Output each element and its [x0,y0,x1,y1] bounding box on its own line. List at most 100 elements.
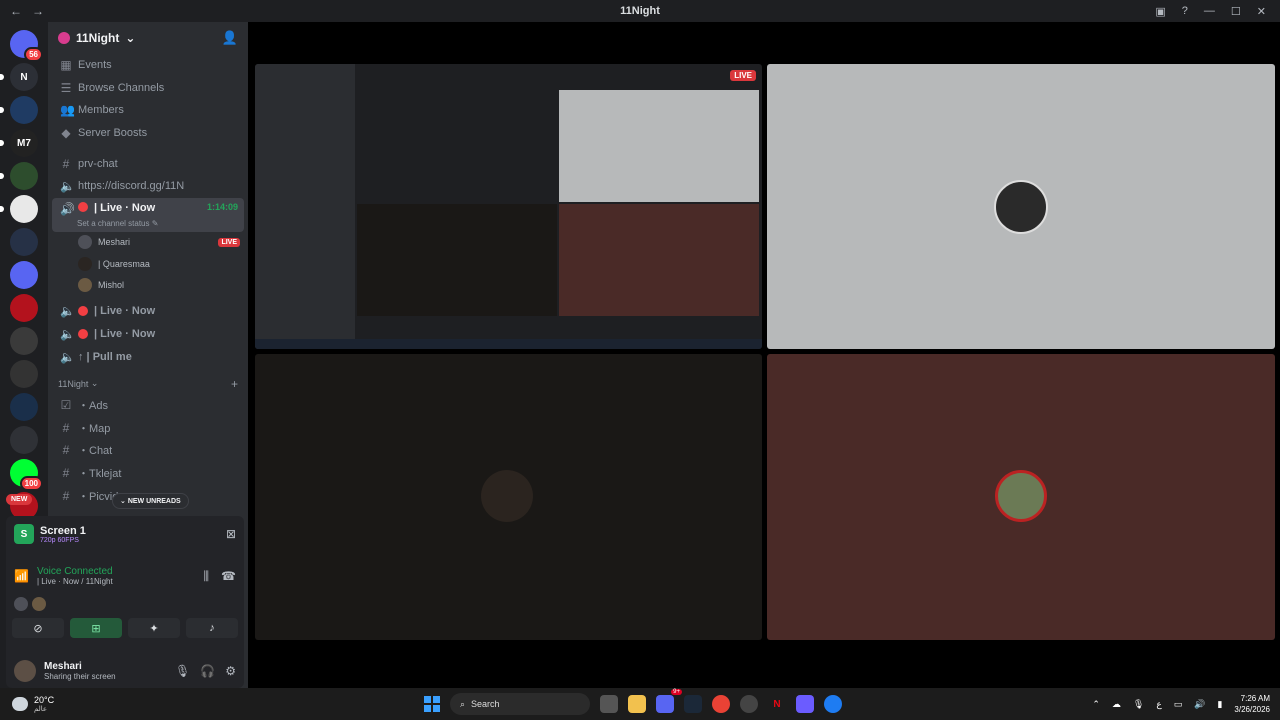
category-header[interactable]: 11Night ⌄ + [48,374,248,394]
voice-user[interactable]: | Quaresmaa [48,253,248,275]
battery-icon[interactable]: ▮ [1217,699,1222,710]
participant-tile[interactable] [767,64,1275,349]
server-icon[interactable] [10,360,38,388]
chrome-icon[interactable] [712,695,730,713]
microphone-icon[interactable]: 🎙 [175,664,190,678]
weather-widget[interactable]: 20°C عالم [0,695,54,713]
add-member-icon[interactable]: 👤 [222,30,238,46]
participant-tile[interactable] [767,354,1275,640]
speaker-icon: 🔈 [60,179,75,194]
voice-channel[interactable]: 🔈 | Live · Now [48,323,248,346]
voice-user[interactable]: Meshari LIVE [48,232,248,254]
signal-icon[interactable]: 📶 [14,569,29,583]
steam-icon[interactable] [684,695,702,713]
headphones-icon[interactable]: 🎧 [200,664,215,678]
back-arrow-icon[interactable]: ← [10,4,22,18]
soundboard-button[interactable]: ♪ [186,618,238,638]
server-icon[interactable] [10,426,38,454]
mic-tray-icon[interactable]: 🎙 [1133,699,1144,710]
server-label: N [20,71,28,83]
server-icon[interactable]: 100 [10,459,43,491]
camera-off-button[interactable]: ⊘ [12,618,64,638]
server-icon[interactable] [10,327,38,355]
netflix-icon[interactable]: N [768,695,786,713]
participant-tile[interactable] [255,354,762,640]
nav-members[interactable]: 👥 Members [48,99,248,122]
maximize-button[interactable]: ☐ [1231,5,1241,18]
speaker-icon: 🔊 [60,201,75,216]
live-dot-icon [78,201,88,212]
avatar [78,235,92,250]
gear-icon[interactable]: ⚙ [225,664,236,678]
server-icon[interactable] [10,261,38,289]
server-icon[interactable] [0,195,38,223]
channel-prv-chat[interactable]: # prv-chat [48,152,248,175]
disconnect-icon[interactable]: ☎ [221,569,236,584]
clock[interactable]: 7:26 AM 3/26/2026 [1234,693,1270,715]
file-explorer-icon[interactable] [628,695,646,713]
voice-channel[interactable]: 🔈 ↑ | Pull me [48,345,248,368]
screen-share-tile[interactable]: LIVE [255,64,762,349]
volume-icon[interactable]: 🔊 [1194,699,1205,710]
voice-channel-live-active[interactable]: 🔊 | Live · Now 1:14:09 Set a channel sta… [52,197,244,232]
stop-stream-icon[interactable]: ⊠ [226,527,236,541]
speaker-icon: 🔈 [60,304,75,319]
app-icon[interactable] [796,695,814,713]
nav-browse-channels[interactable]: ☰ Browse Channels [48,77,248,100]
voice-status[interactable]: Voice Connected [37,566,113,577]
chevron-up-icon[interactable]: ⌃ [1092,699,1100,710]
channel-invite-link[interactable]: 🔈 https://discord.gg/11N [48,175,248,198]
avatar[interactable] [14,597,28,611]
new-servers-pill[interactable]: NEW [6,494,33,505]
help-icon[interactable]: ? [1182,5,1188,18]
voice-channel-name[interactable]: | Live · Now / 11Night [37,577,113,586]
network-icon[interactable]: ▭ [1174,699,1183,710]
noise-suppression-icon[interactable]: ⫼ [204,569,210,584]
share-screen-button[interactable]: ⊞ [70,618,122,638]
guild-header[interactable]: 11Night ⌄ 👤 [48,22,248,54]
avatar[interactable] [32,597,46,611]
hash-icon: # [62,420,70,435]
server-icon[interactable] [0,162,38,190]
server-icon[interactable]: M7 [0,129,38,157]
server-icon[interactable]: N [0,63,38,91]
call-stage: LIVE [250,22,1280,688]
inbox-icon[interactable]: ▣ [1155,5,1165,18]
new-unreads-button[interactable]: ⌄ NEW UNREADS [112,493,189,509]
avatar[interactable] [14,660,36,682]
onedrive-icon[interactable]: ☁ [1112,699,1121,710]
channel-status[interactable]: Set a channel status ✎ [77,219,158,228]
app-icon[interactable] [740,695,758,713]
forward-arrow-icon[interactable]: → [32,4,44,18]
nav-events[interactable]: ▦ Events [48,54,248,77]
task-view-icon[interactable] [600,695,618,713]
channel-map[interactable]: # ・Map [48,416,248,439]
server-icon[interactable] [10,393,38,421]
activities-button[interactable]: ✦ [128,618,180,638]
app-icon[interactable] [824,695,842,713]
server-icon[interactable] [10,228,38,256]
search-box[interactable]: ⌕ Search [450,693,590,715]
language-indicator[interactable]: ع [1156,699,1161,710]
channel-tklejat[interactable]: # ・Tklejat [48,462,248,485]
user-status: Sharing their screen [44,672,116,681]
start-button[interactable] [424,696,440,712]
avatar [995,470,1047,522]
voice-user[interactable]: Mishol [48,275,248,297]
speaker-icon: 🔈 [60,326,75,341]
chevron-down-icon: ⌄ [125,31,136,45]
list-icon: ☰ [60,80,72,95]
discord-taskbar-icon[interactable]: 9+ [656,689,682,713]
server-icon[interactable] [0,96,38,124]
server-icon[interactable]: 56 [10,30,43,62]
notification-badge: 9+ [671,689,682,695]
voice-channel[interactable]: 🔈 | Live · Now [48,300,248,323]
channel-chat[interactable]: # ・Chat [48,439,248,462]
server-icon[interactable] [10,294,38,322]
add-channel-icon[interactable]: + [231,377,238,391]
nested-tile [559,204,759,316]
channel-ads[interactable]: ☑ ・Ads [48,394,248,417]
nav-server-boosts[interactable]: ◆ Server Boosts [48,122,248,145]
close-button[interactable]: ✕ [1257,5,1266,18]
minimize-button[interactable]: — [1204,5,1215,18]
